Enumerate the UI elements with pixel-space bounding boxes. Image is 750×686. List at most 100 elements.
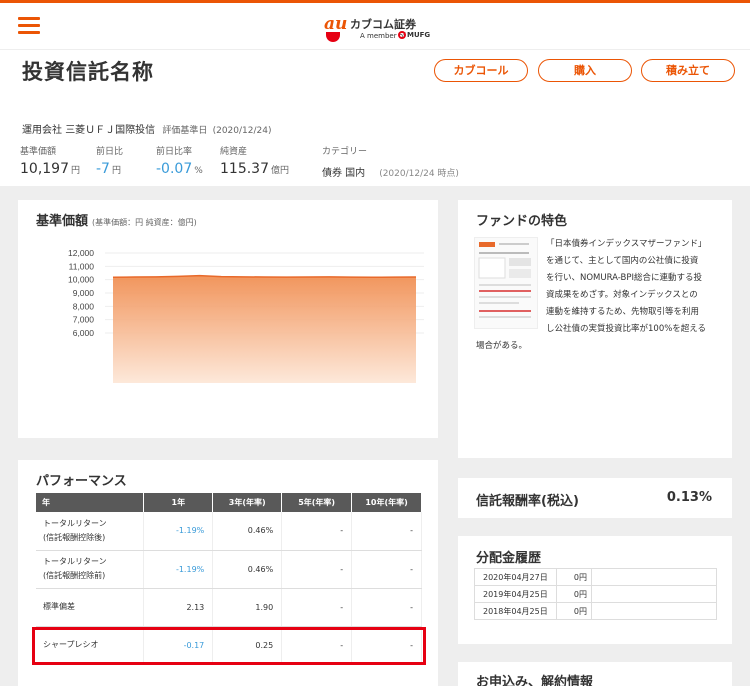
category-value-row: 債券 国内 (2020/12/24 時点) [322, 164, 459, 179]
row-label: トータルリターン (信託報酬控除後) [36, 512, 145, 551]
dividend-title: 分配金履歴 [476, 551, 542, 566]
trust-fee-value: 0.13% [666, 490, 712, 505]
company-label: 運用会社 [22, 125, 62, 136]
nav-label: 基準価額 [20, 147, 57, 157]
cell-5y: - [281, 588, 353, 627]
cell-10y: - [351, 588, 422, 627]
features-line-last: 場合がある。 [476, 341, 528, 351]
features-text: 「日本債券インデックスマザーファンド」 を通じて、主として国内の公社債に投資 を… [476, 236, 716, 355]
nav-tick-label: 9,000 [73, 288, 95, 298]
stat-change-pct: 前日比率 -0.07% [156, 144, 203, 177]
base-date-label: 評価基準日 [162, 126, 208, 136]
category-asof: (2020/12/24 時点) [379, 169, 459, 179]
change-value: -7 [96, 161, 110, 177]
nav-tick-label: 7,000 [73, 315, 95, 325]
performance-header-row: 年 1年 3年(年率) 5年(年率) 10年(年率) [36, 493, 422, 512]
header-5y: 5年(年率) [281, 493, 353, 512]
logo-mufg: MUFG [407, 31, 431, 39]
table-row: トータルリターン (信託報酬控除後) -1.19% 0.46% - - [36, 512, 422, 551]
stat-category: カテゴリー 債券 国内 (2020/12/24 時点) [322, 144, 459, 179]
features-line: を通じて、主として国内の公社債に投資 [546, 256, 699, 266]
cell-3y: 0.46% [212, 512, 283, 551]
row-label-line2: (信託報酬控除前) [43, 571, 106, 580]
assets-label: 純資産 [220, 147, 248, 157]
change-unit: 円 [111, 166, 121, 176]
cell-3y: 0.46% [212, 550, 283, 589]
nav-tick-label: 10,000 [68, 275, 94, 285]
table-row: 標準偏差 2.13 1.90 - - [36, 588, 422, 627]
application-info-title: お申込み、解約情報 [476, 675, 594, 686]
nav-value: 10,197 [20, 161, 69, 177]
header-year: 年 [36, 493, 145, 512]
dividend-date: 2020年04月27日 [474, 568, 557, 586]
dividend-amount: 0円 [556, 602, 592, 620]
cell-1y: 2.13 [143, 588, 214, 627]
base-date: (2020/12/24) [212, 126, 272, 136]
company-name: 三菱ＵＦＪ国際投信 [65, 125, 156, 136]
stat-change: 前日比 -7 円 [96, 144, 123, 177]
kabucall-button[interactable]: カブコール [434, 59, 528, 82]
nav-chart: 12,00011,00010,0009,0008,0007,0006,00010… [68, 248, 424, 383]
trust-fee-card: 信託報酬率(税込) 0.13% [458, 478, 732, 518]
change-pct-label: 前日比率 [156, 147, 193, 157]
table-row: トータルリターン (信託報酬控除前) -1.19% 0.46% - - [36, 550, 422, 589]
table-row: 2018年04月25日 0円 [474, 602, 717, 620]
row-label: トータルリターン (信託報酬控除前) [36, 550, 145, 589]
category-label: カテゴリー [322, 147, 368, 157]
table-row: 2019年04月25日 0円 [474, 585, 717, 603]
features-line: 連動を維持するため、先物取引等を利用 [546, 307, 700, 317]
hamburger-icon[interactable] [18, 17, 40, 35]
logo-au: au [324, 14, 348, 34]
stat-nav: 基準価額 10,197 円 [20, 144, 80, 177]
dividend-history-card: 分配金履歴 2020年04月27日 0円 2019年04月25日 0円 2018… [458, 536, 732, 644]
dividend-date: 2018年04月25日 [474, 602, 557, 620]
dividend-blank [591, 585, 717, 603]
dividend-amount: 0円 [556, 568, 592, 586]
change-value-row: -7 円 [96, 161, 123, 177]
header-1y: 1年 [143, 493, 214, 512]
category-value: 債券 国内 [322, 168, 366, 179]
assets-value: 115.37 [220, 161, 269, 177]
performance-card: パフォーマンス 年 1年 3年(年率) 5年(年率) 10年(年率) トータルリ… [18, 460, 438, 686]
header-3y: 3年(年率) [212, 493, 283, 512]
logo-brand: カブコム証券 [350, 18, 416, 31]
change-pct-value: -0.07 [156, 161, 193, 177]
tsumitate-button[interactable]: 積み立て [641, 59, 735, 82]
header-10y: 10年(年率) [351, 493, 422, 512]
trust-fee-label: 信託報酬率(税込) [476, 494, 579, 509]
assets-unit: 億円 [271, 166, 290, 176]
change-pct-unit: % [194, 166, 203, 176]
nav-tick-label: 8,000 [73, 301, 95, 311]
nav-tick-label: 11,000 [69, 261, 95, 271]
application-info-card: お申込み、解約情報 [458, 662, 732, 686]
sharpe-ratio-highlight [32, 627, 426, 665]
nav-value-row: 10,197 円 [20, 161, 80, 177]
cell-3y: 1.90 [212, 588, 283, 627]
nav-line [112, 274, 417, 279]
dividend-table: 2020年04月27日 0円 2019年04月25日 0円 2018年04月25… [474, 568, 717, 620]
nav-tick-label: 6,000 [73, 328, 95, 338]
page-title: 投資信託名称 [22, 60, 154, 84]
dividend-amount: 0円 [556, 585, 592, 603]
fund-company-line: 運用会社 三菱ＵＦＪ国際投信 評価基準日 (2020/12/24) [22, 121, 271, 136]
dividend-blank [591, 602, 717, 620]
performance-title: パフォーマンス [36, 474, 127, 489]
mufg-mark-icon [398, 31, 406, 39]
row-label-line2: (信託報酬控除後) [43, 532, 106, 542]
nav-unit: 円 [71, 166, 81, 176]
cell-5y: - [281, 512, 353, 551]
features-line: を行い、NOMURA-BPI総合に連動する投 [546, 273, 703, 283]
logo-drop-icon [326, 32, 340, 42]
cell-10y: - [351, 512, 422, 551]
cell-10y: - [351, 550, 422, 589]
nav-tick-label: 12,000 [68, 248, 94, 258]
table-row: 2020年04月27日 0円 [474, 568, 717, 586]
stat-assets: 純資産 115.37 億円 [220, 144, 289, 177]
nav-area [113, 275, 416, 383]
kabucom-logo[interactable]: au カブコム証券 A member of MUFG [322, 12, 452, 44]
assets-value-row: 115.37 億円 [220, 161, 289, 177]
cell-1y: -1.19% [143, 512, 214, 551]
row-label-line1: トータルリターン [43, 518, 107, 528]
change-pct-value-row: -0.07% [156, 161, 203, 177]
buy-button[interactable]: 購入 [538, 59, 632, 82]
